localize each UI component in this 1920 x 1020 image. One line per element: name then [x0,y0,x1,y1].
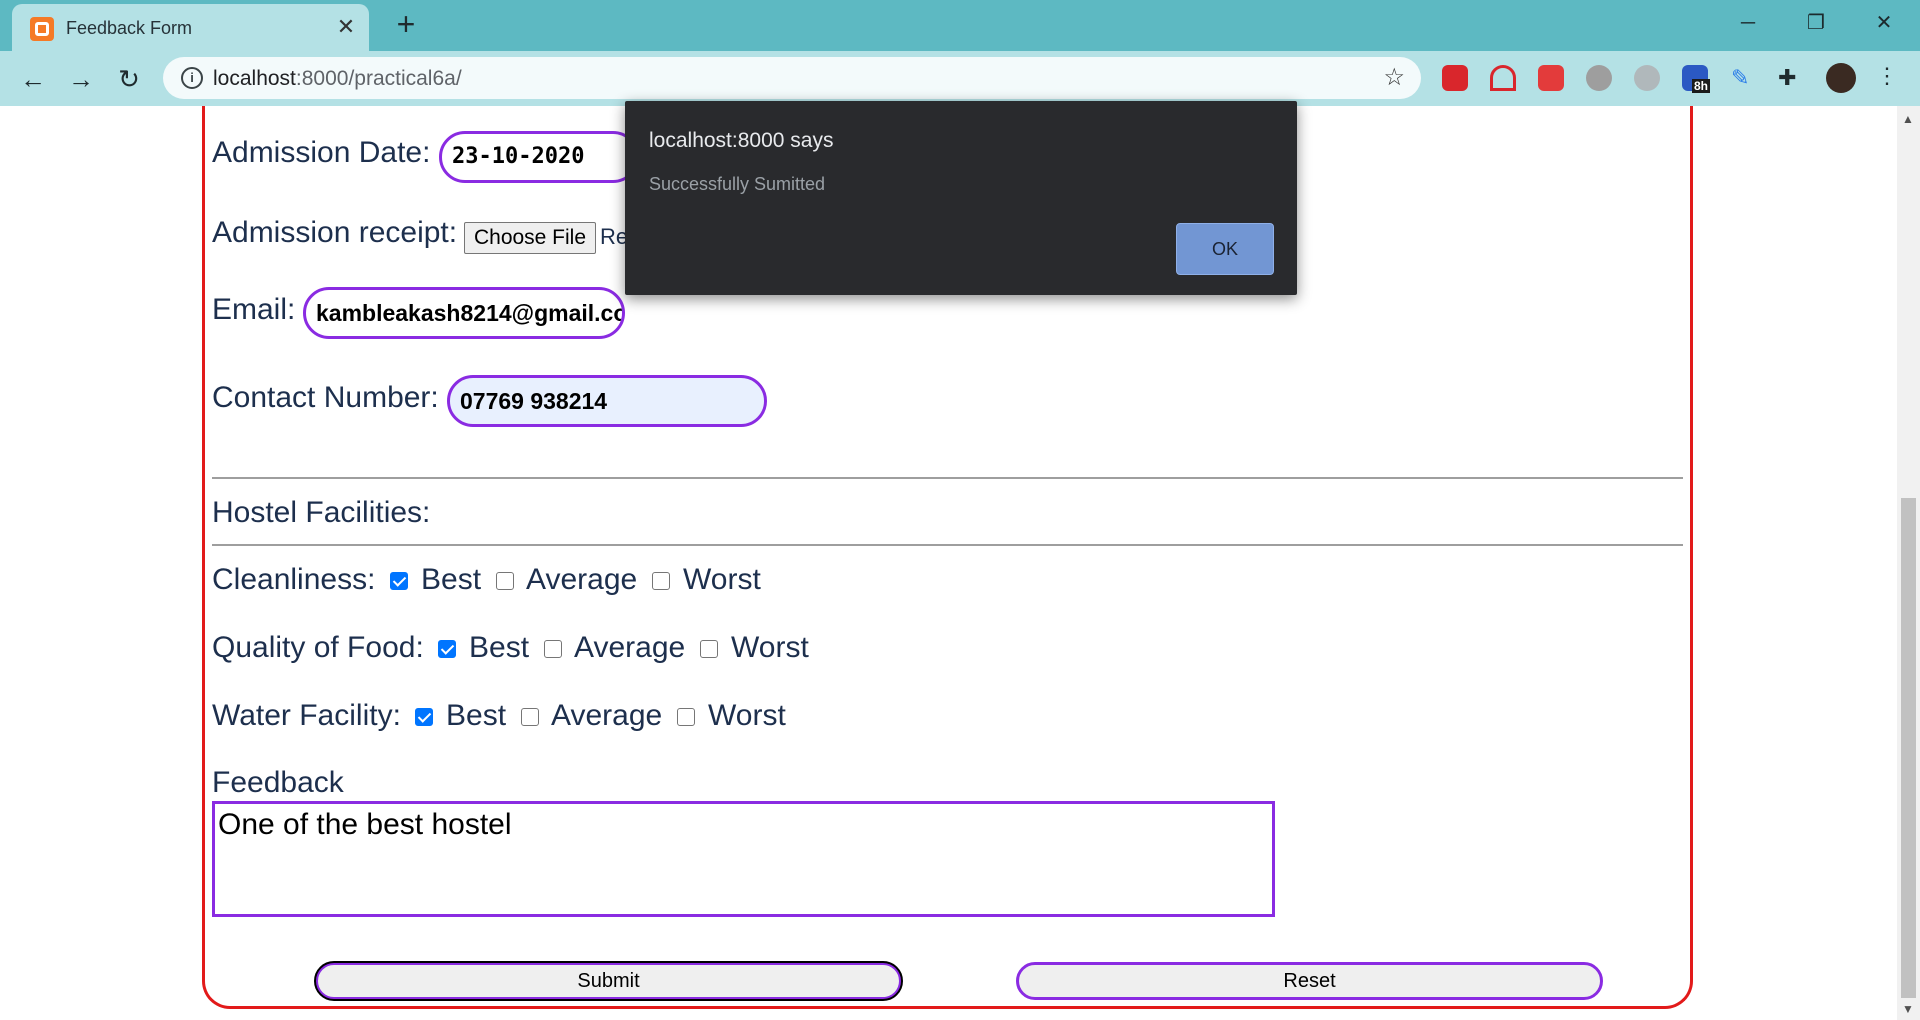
hostel-facilities-heading: Hostel Facilities: [212,496,431,529]
xampp-favicon-icon [30,17,54,41]
close-tab-icon[interactable]: ✕ [334,15,358,39]
choose-file-button[interactable]: Choose File [464,222,596,254]
cleanliness-worst-label: Worst [683,563,761,596]
email-input[interactable]: kambleakash8214@gmail.co [303,287,625,339]
extension-red-play-icon[interactable] [1442,65,1468,91]
alert-ok-button[interactable]: OK [1176,223,1274,275]
admission-receipt-label: Admission receipt: [212,216,458,249]
back-icon[interactable]: ← [15,61,51,97]
vertical-scrollbar[interactable]: ▲ ▼ [1897,106,1920,1020]
restore-icon[interactable]: ❐ [1786,6,1846,40]
scrollbar-thumb[interactable] [1901,498,1916,998]
new-tab-button[interactable]: + [390,8,422,41]
food-best-label: Best [469,631,530,664]
close-window-icon[interactable]: ✕ [1854,6,1914,40]
extensions-puzzle-icon[interactable]: ✚ [1778,65,1804,91]
forward-icon[interactable]: → [63,61,99,97]
water-average-checkbox[interactable] [521,708,539,726]
cleanliness-best-label: Best [421,563,482,596]
extension-globe-icon[interactable] [1634,65,1660,91]
food-average-checkbox[interactable] [544,640,562,658]
cleanliness-worst-checkbox[interactable] [652,572,670,590]
site-info-icon[interactable]: i [181,67,203,89]
extension-red-box-icon[interactable] [1538,65,1564,91]
food-worst-checkbox[interactable] [700,640,718,658]
cleanliness-average-checkbox[interactable] [496,572,514,590]
alert-dialog: localhost:8000 says Successfully Sumitte… [625,101,1297,295]
browser-toolbar: ← → ↻ i localhost:8000/practical6a/ ☆ 8h… [0,51,1920,106]
extension-wifi-icon[interactable] [1490,65,1516,91]
divider [212,544,1683,546]
bookmark-star-icon[interactable]: ☆ [1383,63,1405,92]
water-facility-label: Water Facility: [212,699,401,732]
contact-number-label: Contact Number: [212,381,439,414]
food-average-label: Average [574,631,686,664]
extension-badge: 8h [1692,79,1711,93]
menu-kebab-icon[interactable]: ⋮ [1876,63,1902,89]
feedback-label: Feedback [212,766,344,799]
scroll-down-icon[interactable]: ▼ [1902,1002,1914,1016]
alert-title: localhost:8000 says [649,129,834,152]
alert-message: Successfully Sumitted [649,174,826,194]
water-worst-checkbox[interactable] [677,708,695,726]
divider [212,477,1683,479]
cleanliness-best-checkbox[interactable] [390,572,408,590]
water-worst-label: Worst [708,699,786,732]
reload-icon[interactable]: ↻ [111,61,147,97]
food-worst-label: Worst [731,631,809,664]
food-best-checkbox[interactable] [438,640,456,658]
tab-strip: Feedback Form ✕ + ─ ❐ ✕ [0,0,1920,51]
feedback-textarea[interactable]: One of the best hostel [212,801,1275,917]
admission-date-input[interactable]: 23-10-2020 [439,131,639,183]
extension-grey-circle-icon[interactable] [1586,65,1612,91]
tab-title: Feedback Form [66,18,193,38]
food-quality-label: Quality of Food: [212,631,424,664]
profile-avatar[interactable] [1826,63,1856,93]
extension-calendar-icon[interactable]: 8h [1682,65,1711,93]
minimize-icon[interactable]: ─ [1718,6,1778,40]
water-best-label: Best [446,699,507,732]
water-average-label: Average [551,699,663,732]
scroll-up-icon[interactable]: ▲ [1902,112,1914,126]
admission-date-label: Admission Date: [212,136,431,169]
cleanliness-average-label: Average [526,563,638,596]
water-best-checkbox[interactable] [415,708,433,726]
url-text: localhost:8000/practical6a/ [213,67,462,90]
submit-button[interactable]: Submit [314,961,903,1001]
reset-button[interactable]: Reset [1016,962,1603,1000]
cleanliness-label: Cleanliness: [212,563,376,596]
receipt-file-name: Re [600,224,629,249]
email-label: Email: [212,293,296,326]
contact-number-input[interactable]: 07769 938214 [447,375,767,427]
browser-tab[interactable]: Feedback Form ✕ [12,4,369,51]
extension-feather-icon[interactable]: ✎ [1731,65,1757,91]
address-bar[interactable]: i localhost:8000/practical6a/ ☆ [163,57,1421,99]
